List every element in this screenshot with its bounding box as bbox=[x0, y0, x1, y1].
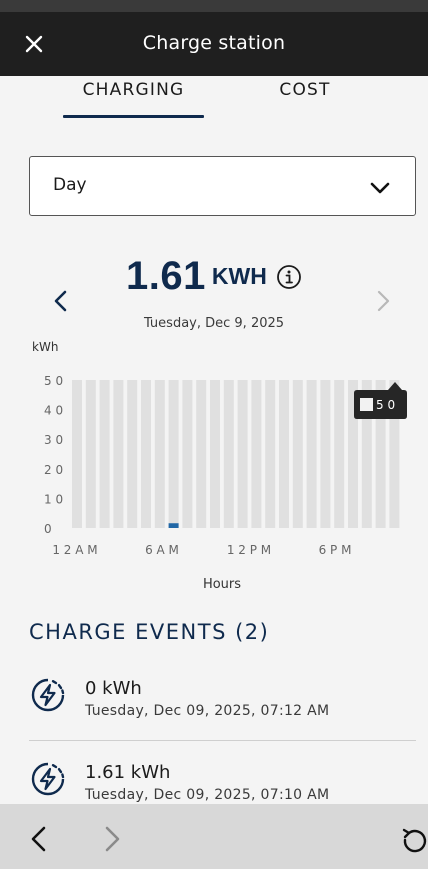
y-tick-label: 1 0 bbox=[44, 492, 63, 506]
x-tick-label: 6 P M bbox=[319, 543, 352, 557]
background-bar bbox=[265, 380, 276, 528]
background-bar bbox=[154, 380, 165, 528]
background-bar bbox=[210, 380, 220, 528]
background-bar bbox=[85, 380, 96, 528]
page-title: Charge station bbox=[142, 32, 286, 54]
y-axis-label: kWh bbox=[32, 340, 58, 354]
background-bar bbox=[72, 380, 82, 528]
charge-events-title: CHARGE EVENTS (2) bbox=[29, 620, 270, 644]
tooltip-value: 5 0 bbox=[376, 398, 395, 412]
back-arrow-icon[interactable] bbox=[27, 824, 51, 854]
chevron-right-icon[interactable] bbox=[372, 288, 394, 314]
event-time: Tuesday, Dec 09, 2025, 07:10 AM bbox=[85, 787, 330, 803]
y-tick-label: 4 0 bbox=[44, 404, 63, 418]
daily-total-value: 1.61 bbox=[126, 254, 206, 298]
background-bar bbox=[334, 380, 345, 528]
background-bar bbox=[279, 380, 289, 528]
forward-arrow-icon[interactable] bbox=[100, 824, 124, 854]
period-select-value: Day bbox=[53, 175, 87, 195]
selected-date: Tuesday, Dec 9, 2025 bbox=[143, 316, 285, 331]
x-axis-label: Hours bbox=[203, 577, 241, 592]
background-bar bbox=[168, 380, 179, 528]
info-icon[interactable] bbox=[276, 264, 302, 290]
divider bbox=[29, 740, 416, 741]
data-bar bbox=[168, 523, 179, 528]
x-tick-label: 1 2 A M bbox=[52, 543, 97, 557]
period-select[interactable]: Day bbox=[29, 156, 416, 216]
event-time: Tuesday, Dec 09, 2025, 07:12 AM bbox=[85, 703, 330, 719]
browser-nav-bar bbox=[0, 804, 428, 869]
background-bar bbox=[182, 380, 193, 528]
background-bar bbox=[292, 380, 303, 528]
y-tick-label: 0 bbox=[44, 522, 52, 536]
tab-charging[interactable]: CHARGING bbox=[63, 80, 204, 100]
y-tick-label: 3 0 bbox=[44, 433, 63, 447]
background-bar bbox=[196, 380, 207, 528]
lightning-bolt-icon bbox=[31, 762, 65, 796]
background-bar bbox=[141, 380, 151, 528]
tab-cost[interactable]: COST bbox=[255, 80, 355, 100]
y-tick-label: 5 0 bbox=[44, 374, 63, 388]
event-energy: 0 kWh bbox=[85, 678, 142, 699]
background-bar bbox=[251, 380, 262, 528]
charge-event-item[interactable]: 0 kWh Tuesday, Dec 09, 2025, 07:12 AM bbox=[29, 668, 416, 738]
background-bar bbox=[99, 380, 110, 528]
app-header: Charge station bbox=[0, 12, 428, 76]
status-bar bbox=[0, 0, 428, 12]
x-tick-label: 1 2 P M bbox=[227, 543, 271, 557]
background-bar bbox=[223, 380, 234, 528]
event-energy: 1.61 kWh bbox=[85, 762, 171, 783]
daily-total-unit: KWH bbox=[211, 263, 267, 289]
reload-icon[interactable] bbox=[400, 826, 428, 854]
tab-bar: CHARGING COST bbox=[0, 76, 428, 122]
background-bar bbox=[127, 380, 138, 528]
daily-total: 1.61 KWH bbox=[0, 254, 428, 299]
background-bar bbox=[237, 380, 248, 528]
background-bar bbox=[320, 380, 331, 528]
energy-bar-chart: kWh 5 0 4 0 3 0 2 0 1 0 01 2 A M 6 A M 1 2 P M 6 … bbox=[32, 340, 407, 592]
y-tick-label: 2 0 bbox=[44, 463, 63, 477]
background-bar bbox=[306, 380, 317, 528]
chevron-down-icon bbox=[370, 182, 390, 194]
background-bar bbox=[113, 380, 124, 528]
x-tick-label: 6 A M bbox=[145, 543, 179, 557]
lightning-bolt-icon bbox=[31, 678, 65, 712]
tooltip-swatch bbox=[360, 398, 373, 411]
active-tab-indicator bbox=[63, 115, 204, 118]
